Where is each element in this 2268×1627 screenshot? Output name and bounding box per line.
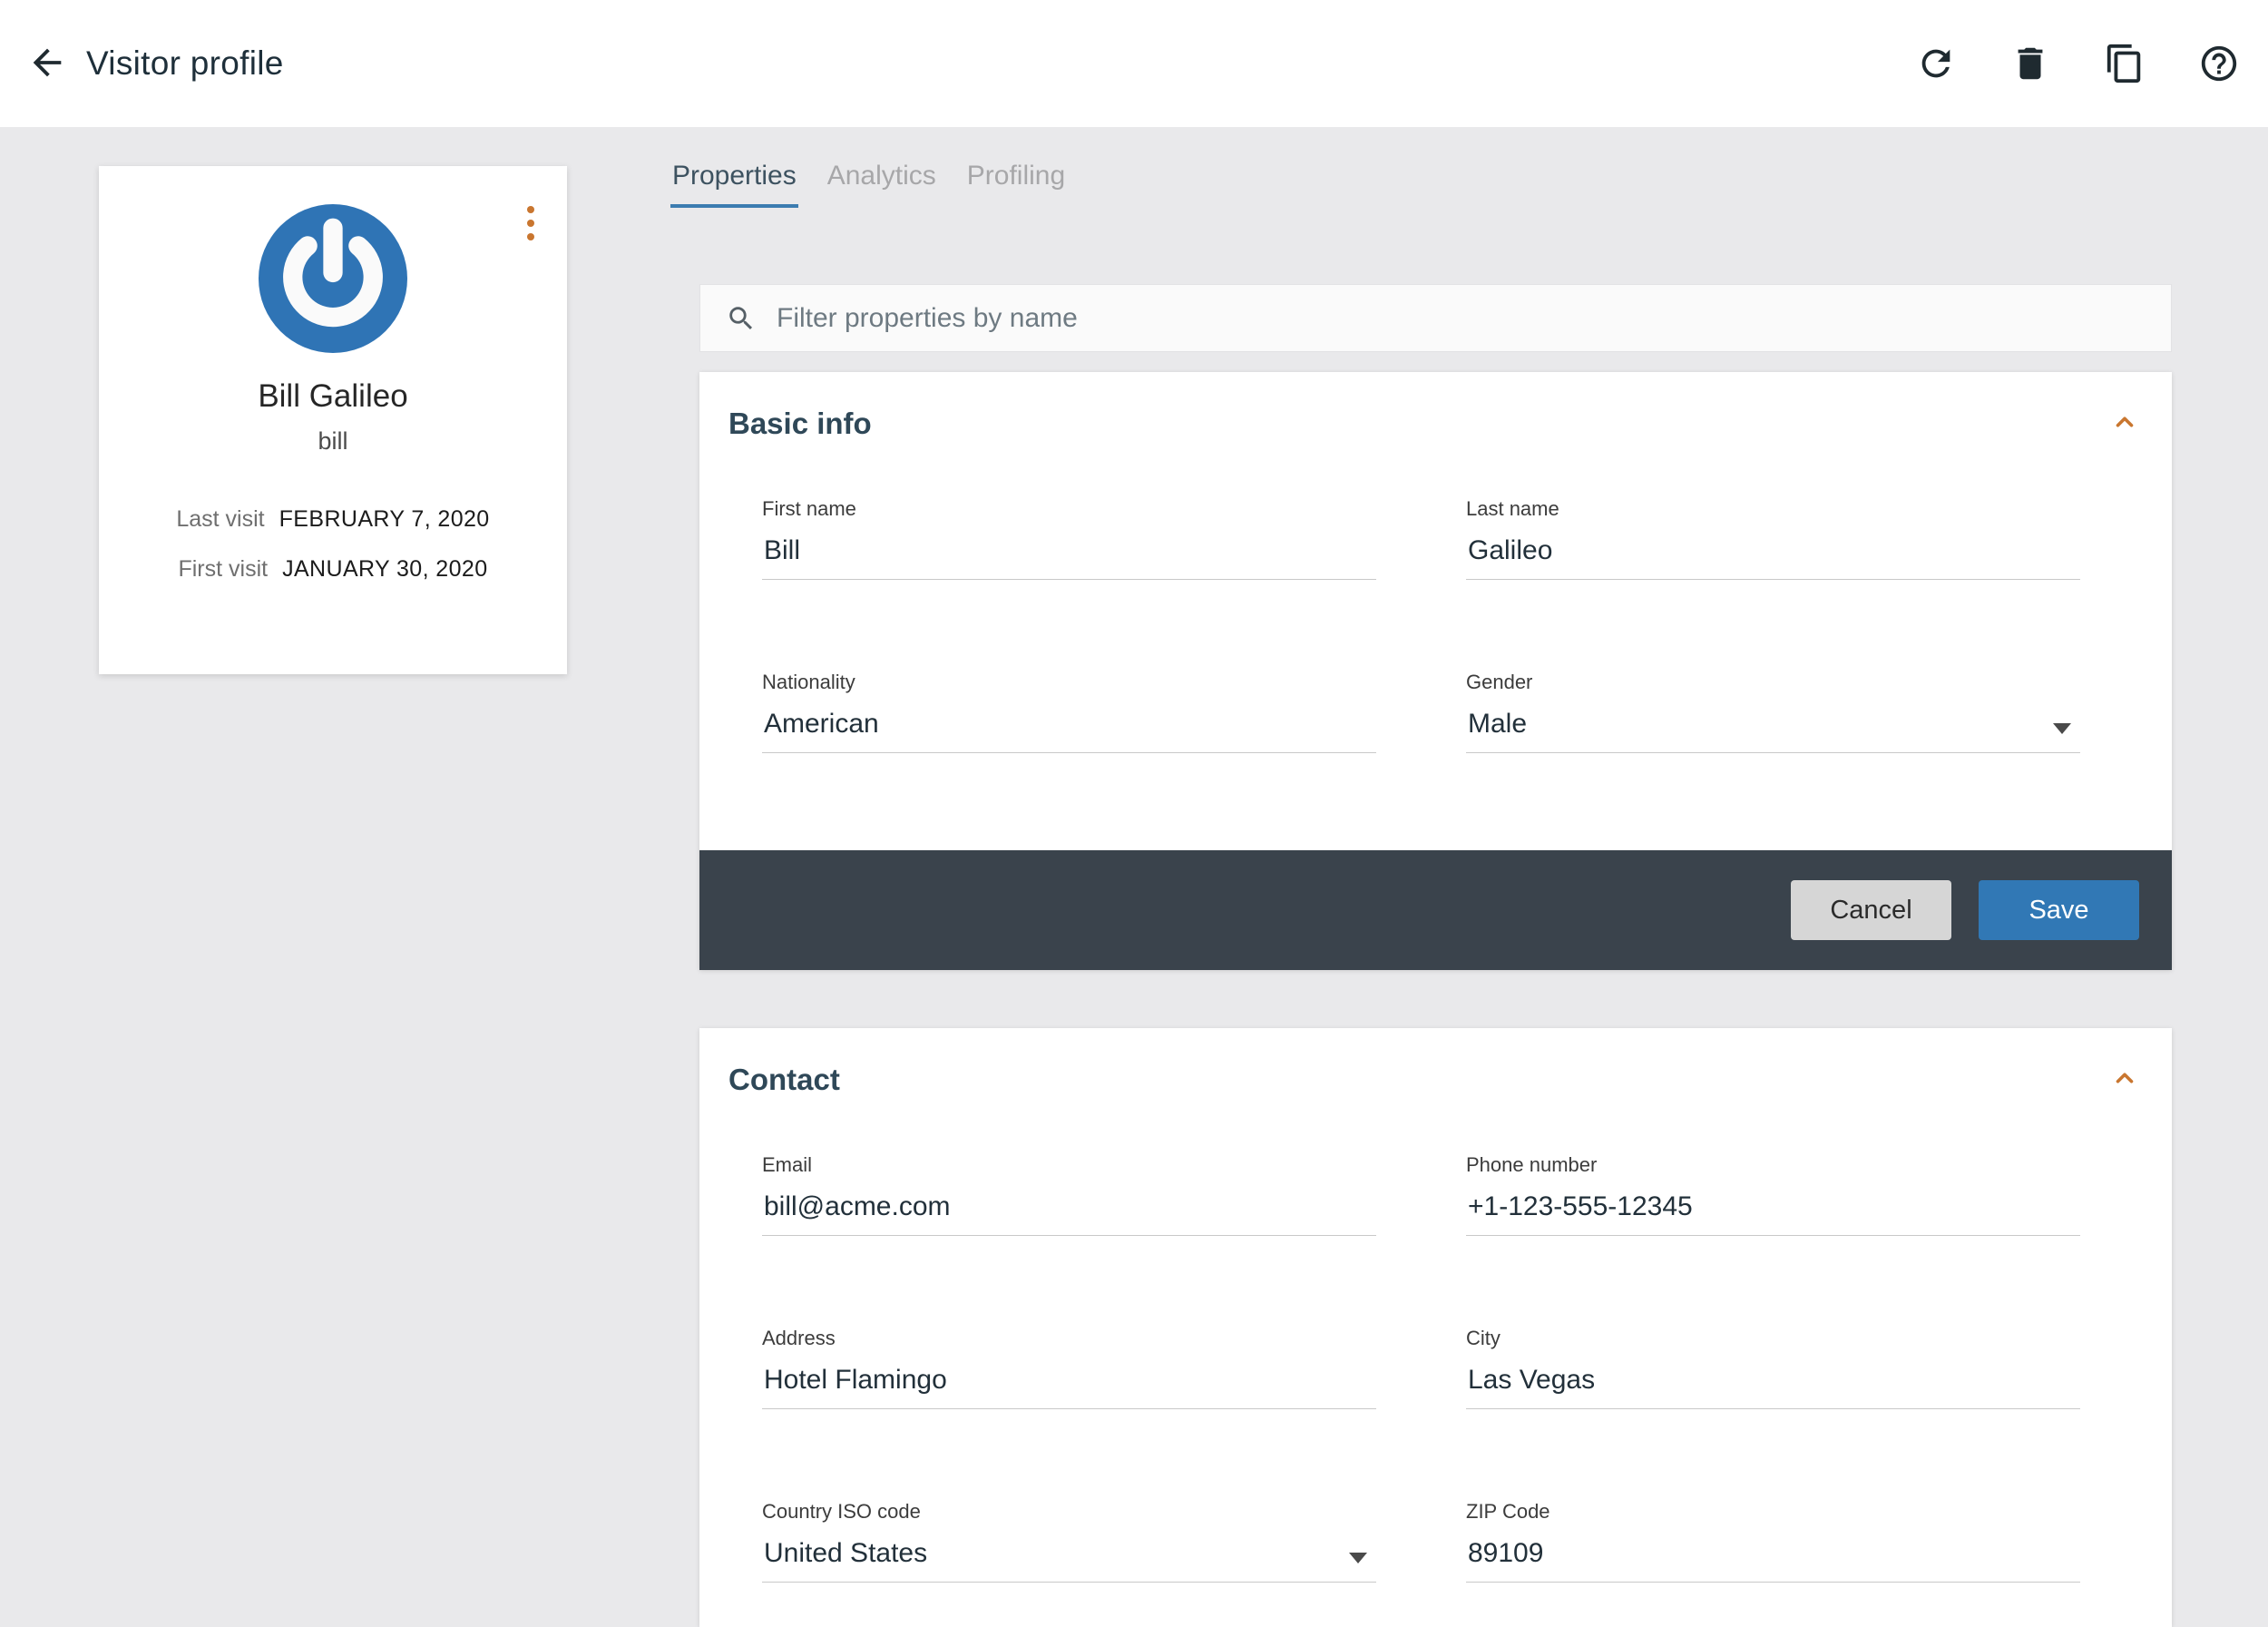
save-bar: Cancel Save	[699, 850, 2172, 970]
address-label: Address	[762, 1327, 1376, 1350]
zip-input[interactable]	[1466, 1536, 2080, 1583]
copy-button[interactable]	[2103, 42, 2146, 85]
copy-icon	[2104, 43, 2146, 84]
field-email: Email	[762, 1153, 1376, 1236]
property-filter	[699, 284, 2172, 352]
first-name-label: First name	[762, 497, 1376, 521]
tab-properties[interactable]: Properties	[670, 157, 798, 208]
refresh-button[interactable]	[1914, 42, 1958, 85]
basic-info-section: Basic info First name Last name National…	[699, 372, 2172, 970]
field-first-name: First name	[762, 497, 1376, 580]
field-gender: Gender Male	[1466, 671, 2080, 753]
tab-analytics[interactable]: Analytics	[826, 157, 938, 208]
last-name-input[interactable]	[1466, 534, 2080, 580]
field-last-name: Last name	[1466, 497, 2080, 580]
nationality-input[interactable]	[762, 707, 1376, 753]
gender-label: Gender	[1466, 671, 2080, 694]
visitor-username: bill	[99, 427, 567, 456]
country-iso-select[interactable]: United States	[762, 1536, 1376, 1583]
contact-section: Contact Email Phone number Address City …	[699, 1028, 2172, 1627]
country-iso-label: Country ISO code	[762, 1500, 1376, 1524]
dropdown-arrow-icon	[2053, 723, 2071, 734]
more-options-button[interactable]	[522, 201, 540, 246]
nationality-label: Nationality	[762, 671, 1376, 694]
help-icon	[2198, 43, 2240, 84]
first-visit-label: First visit	[178, 556, 268, 583]
refresh-icon	[1915, 43, 1957, 84]
field-address: Address	[762, 1327, 1376, 1409]
contact-collapse-button[interactable]	[2107, 1061, 2143, 1097]
search-icon	[726, 303, 757, 334]
basic-info-collapse-button[interactable]	[2107, 405, 2143, 441]
trash-icon	[2009, 43, 2051, 84]
last-visit-value: FEBRUARY 7, 2020	[279, 506, 490, 533]
visitor-name: Bill Galileo	[99, 378, 567, 415]
last-visit-row: Last visit FEBRUARY 7, 2020	[99, 506, 567, 533]
first-visit-row: First visit JANUARY 30, 2020	[99, 556, 567, 583]
basic-info-fields: First name Last name Nationality Gender …	[762, 497, 2080, 753]
gender-value: Male	[1468, 709, 1527, 739]
delete-visitor-button[interactable]	[2009, 42, 2052, 85]
address-input[interactable]	[762, 1363, 1376, 1409]
field-nationality: Nationality	[762, 671, 1376, 753]
phone-input[interactable]	[1466, 1190, 2080, 1236]
page-title: Visitor profile	[86, 0, 284, 127]
kebab-menu-icon	[527, 206, 534, 213]
header: Visitor profile	[0, 0, 2268, 127]
visit-info: Last visit FEBRUARY 7, 2020 First visit …	[99, 506, 567, 583]
chevron-up-icon	[2108, 1062, 2141, 1094]
tab-bar: Properties Analytics Profiling	[670, 157, 1067, 208]
country-iso-value: United States	[764, 1538, 927, 1568]
email-input[interactable]	[762, 1190, 1376, 1236]
field-zip: ZIP Code	[1466, 1500, 2080, 1583]
first-visit-value: JANUARY 30, 2020	[282, 556, 487, 583]
gender-select[interactable]: Male	[1466, 707, 2080, 753]
contact-fields: Email Phone number Address City Country …	[762, 1153, 2080, 1583]
city-label: City	[1466, 1327, 2080, 1350]
header-actions	[1914, 0, 2255, 127]
chevron-up-icon	[2108, 406, 2141, 438]
city-input[interactable]	[1466, 1363, 2080, 1409]
first-name-input[interactable]	[762, 534, 1376, 580]
field-phone: Phone number	[1466, 1153, 2080, 1236]
save-button[interactable]: Save	[1979, 880, 2139, 940]
field-city: City	[1466, 1327, 2080, 1409]
search-input[interactable]	[777, 285, 2171, 351]
last-visit-label: Last visit	[176, 506, 264, 533]
power-logo-icon	[259, 204, 407, 353]
last-name-label: Last name	[1466, 497, 2080, 521]
cancel-button[interactable]: Cancel	[1791, 880, 1951, 940]
field-country-iso: Country ISO code United States	[762, 1500, 1376, 1583]
phone-label: Phone number	[1466, 1153, 2080, 1177]
help-button[interactable]	[2197, 42, 2241, 85]
back-arrow-icon	[26, 42, 68, 83]
email-label: Email	[762, 1153, 1376, 1177]
basic-info-title: Basic info	[728, 407, 872, 441]
dropdown-arrow-icon	[1349, 1553, 1367, 1563]
zip-label: ZIP Code	[1466, 1500, 2080, 1524]
back-button[interactable]	[25, 42, 69, 85]
contact-title: Contact	[728, 1063, 840, 1097]
visitor-card: Bill Galileo bill Last visit FEBRUARY 7,…	[99, 166, 567, 674]
tab-profiling[interactable]: Profiling	[965, 157, 1067, 208]
visitor-avatar	[259, 204, 407, 353]
